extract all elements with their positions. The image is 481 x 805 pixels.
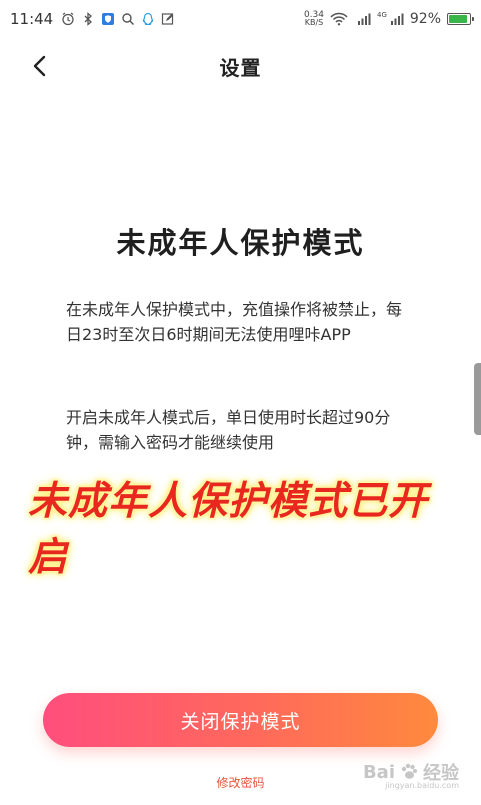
battery-fill [449,15,468,23]
watermark-brand: Bai [362,761,395,783]
status-time: 11:44 [10,10,54,28]
paw-icon [401,763,417,779]
edit-icon [161,12,175,26]
cell-signal-2-icon [390,12,404,26]
description-restrictions: 在未成年人保护模式中，充值操作将被禁止，每日23时至次日6时期间无法使用哩咔AP… [66,300,403,344]
page-title: 设置 [219,56,262,80]
overlay-caption: 未成年人保护模式已开启 [28,479,429,580]
network-speed: 0.34 KB/S [304,11,324,27]
battery-percent: 92% [409,11,441,27]
battery-icon [447,13,474,25]
cell-signal-1-icon [357,12,371,26]
watermark-url: jingyan.baidu.com [385,781,459,790]
close-protection-mode-button[interactable]: 关闭保护模式 [43,693,438,747]
scroll-handle[interactable] [474,363,481,435]
status-left: 11:44 [10,10,175,28]
description-time-limit: 开启未成年人模式后，单日使用时长超过90分钟，需输入密码才能继续使用 [66,408,391,452]
watermark: Bai 经验 jingyan.baidu.com [362,759,459,791]
shield-icon [101,12,115,26]
search-icon [121,12,135,26]
bluetooth-icon [81,12,95,26]
signal-2-label: 4G [376,11,387,19]
status-bar: 11:44 0.34 KB/S 4G 92% [0,0,481,38]
alarm-icon [61,12,75,26]
wifi-icon [330,12,348,26]
qq-icon [141,12,155,26]
nav-header: 设置 [0,38,481,94]
status-right: 0.34 KB/S 4G 92% [304,11,474,27]
network-speed-unit: KB/S [304,18,324,27]
mode-title: 未成年人保护模式 [116,226,365,260]
